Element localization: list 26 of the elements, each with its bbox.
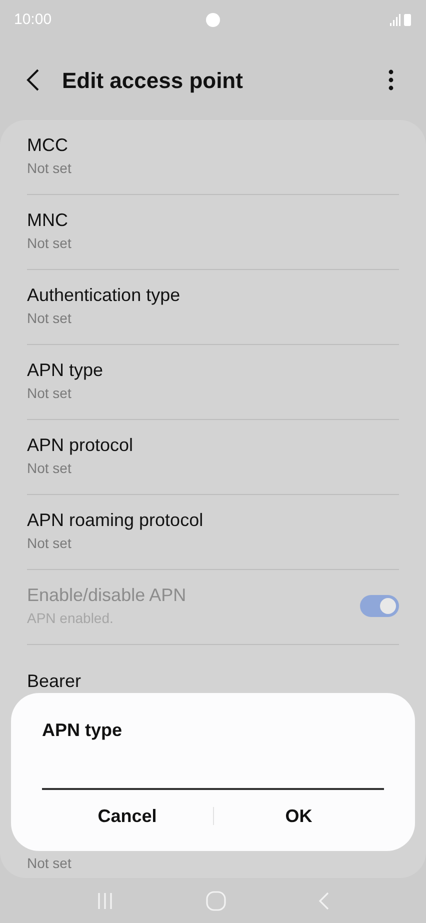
more-options-icon[interactable]: [388, 69, 394, 91]
page-title: Edit access point: [62, 66, 243, 95]
recent-apps-icon[interactable]: [96, 892, 114, 910]
setting-title: Enable/disable APN: [27, 584, 186, 606]
back-nav-icon[interactable]: [318, 890, 330, 910]
home-icon[interactable]: [206, 890, 226, 910]
setting-title: MNC: [27, 208, 69, 232]
setting-title: APN roaming protocol: [27, 508, 204, 532]
setting-value: Not set: [27, 854, 72, 873]
setting-title: Bearer: [27, 670, 82, 692]
setting-title: Authentication type: [27, 284, 180, 306]
setting-title: APN type: [27, 358, 104, 382]
camera-icon: [206, 13, 220, 27]
setting-value: Not set: [27, 534, 72, 552]
signal-battery-icon: [390, 13, 412, 27]
setting-value: Not set: [27, 384, 72, 402]
setting-title: MCC: [27, 134, 69, 156]
setting-value: Not set: [27, 458, 72, 478]
dialog-button[interactable]: Cancel: [42, 796, 212, 836]
setting-value: Not set: [27, 234, 72, 252]
back-icon[interactable]: [26, 68, 40, 92]
setting-value: Not set: [27, 158, 72, 178]
dialog-button[interactable]: OK: [214, 796, 384, 836]
setting-value: Not set: [27, 308, 72, 328]
setting-title: APN protocol: [27, 434, 134, 456]
dialog-title: APN type: [42, 719, 124, 742]
